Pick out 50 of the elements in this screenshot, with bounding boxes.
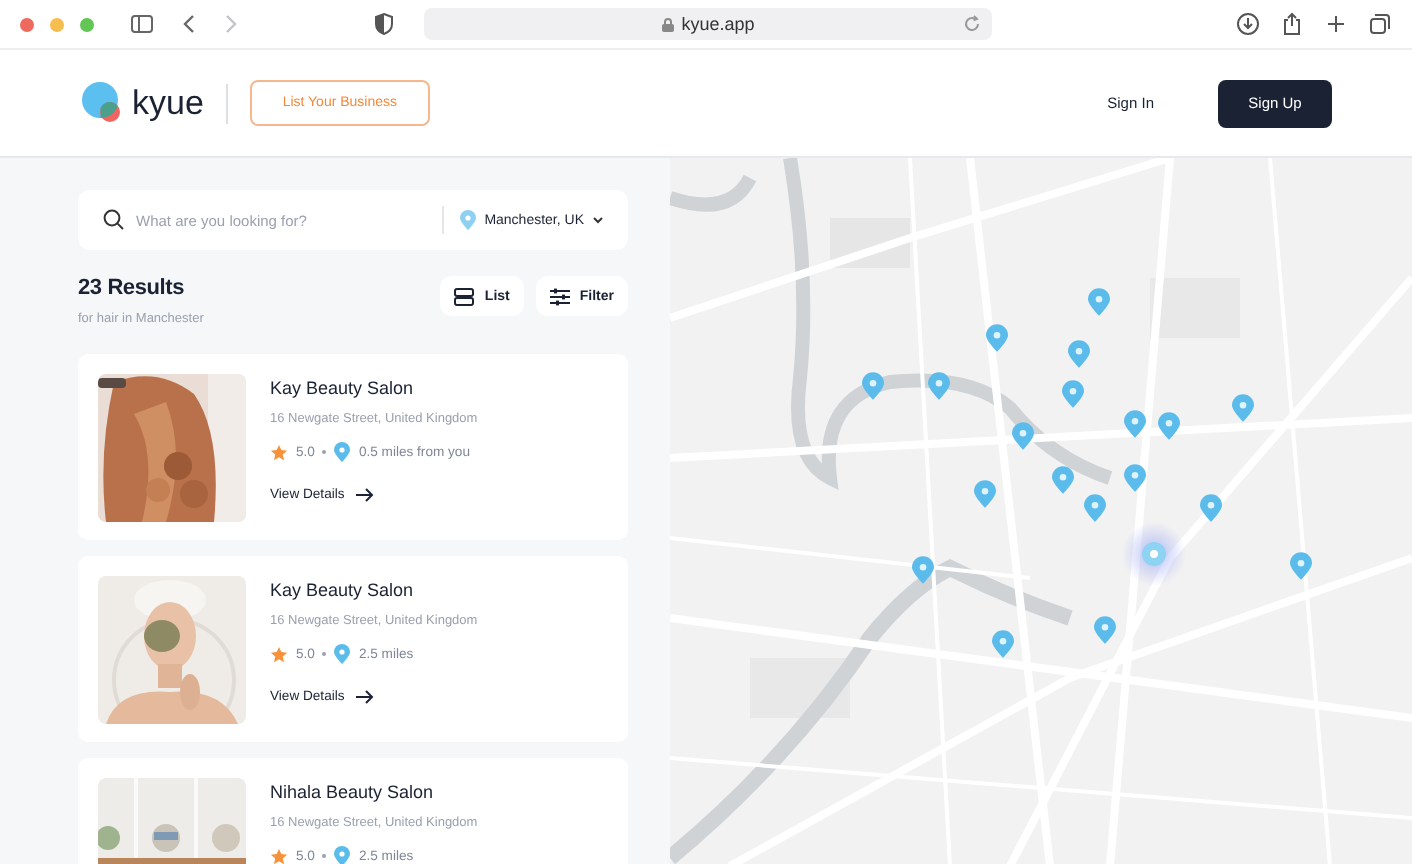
reload-icon[interactable] (962, 14, 982, 34)
map-pin-icon[interactable] (1084, 494, 1106, 522)
location-pin-icon (334, 442, 351, 462)
map-pin-icon[interactable] (912, 556, 934, 584)
search-icon (102, 208, 126, 232)
list-icon (454, 287, 475, 305)
address-bar[interactable]: kyue.app (424, 8, 992, 40)
sliders-icon (549, 287, 570, 305)
map-pin-icon[interactable] (1052, 466, 1074, 494)
map-pin-icon[interactable] (1124, 464, 1146, 492)
map-pin-icon[interactable] (928, 372, 950, 400)
map-pin-icon[interactable] (1012, 422, 1034, 450)
zoom-dot[interactable] (80, 17, 94, 31)
tabs-icon[interactable] (1368, 12, 1392, 36)
location-pin-icon (334, 644, 351, 664)
map-pin-icon[interactable] (1124, 410, 1146, 438)
arrow-right-icon (356, 690, 375, 704)
map-pin-icon[interactable] (1232, 394, 1254, 422)
star-icon (270, 645, 288, 663)
current-location-icon (1122, 522, 1186, 586)
map-pin-icon[interactable] (1200, 494, 1222, 522)
salon-name: Kay Beauty Salon (270, 580, 416, 600)
map-pin-icon[interactable] (862, 372, 884, 400)
map-pin-icon[interactable] (974, 480, 996, 508)
location-pin-icon (460, 210, 477, 230)
new-tab-icon[interactable] (1324, 12, 1348, 36)
results-count: 23 Results (78, 276, 187, 300)
share-icon[interactable] (1280, 12, 1304, 36)
minimize-dot[interactable] (50, 17, 64, 31)
map-pin-icon[interactable] (1158, 412, 1180, 440)
shield-icon[interactable] (372, 12, 396, 36)
arrow-right-icon (356, 488, 375, 502)
star-icon (270, 847, 288, 864)
location-pin-icon (334, 846, 351, 864)
lock-icon (661, 17, 674, 31)
chevron-down-icon (592, 216, 604, 224)
map-pin-icon[interactable] (1068, 340, 1090, 368)
map-pin-icon[interactable] (986, 324, 1008, 352)
sidebar-icon[interactable] (130, 12, 154, 36)
map-pin-icon[interactable] (992, 630, 1014, 658)
star-icon (270, 443, 288, 461)
salon-name: Kay Beauty Salon (270, 378, 416, 398)
close-dot[interactable] (20, 17, 34, 31)
logo-text[interactable]: kyue (132, 83, 204, 123)
download-icon[interactable] (1236, 12, 1260, 36)
map-pin-icon[interactable] (1094, 616, 1116, 644)
salon-name: Nihala Beauty Salon (270, 782, 436, 802)
map-pin-icon[interactable] (1062, 380, 1084, 408)
map-pin-icon[interactable] (1088, 288, 1110, 316)
map-pin-icon[interactable] (1290, 552, 1312, 580)
